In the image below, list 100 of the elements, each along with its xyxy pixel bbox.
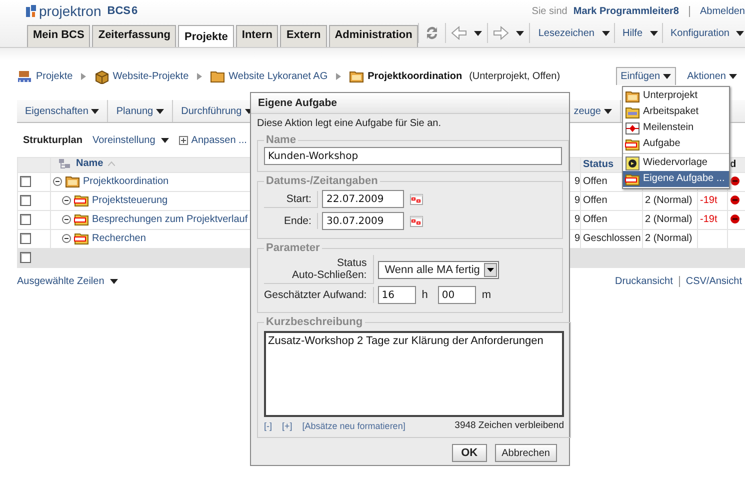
collapse-icon[interactable] xyxy=(62,215,71,224)
box-icon xyxy=(94,68,109,84)
customize-button[interactable]: Anpassen ... xyxy=(179,134,247,146)
dialog-title: Eigene Aufgabe xyxy=(251,93,569,114)
tab[interactable]: Mein BCS xyxy=(27,25,90,47)
menu-button[interactable]: Einfügen xyxy=(616,67,676,85)
tab[interactable]: Projekte xyxy=(178,25,234,47)
breadcrumb-link[interactable]: Website-Projekte xyxy=(112,70,189,82)
menu-button[interactable]: Eigenschaften xyxy=(17,100,108,122)
footer-link[interactable]: Druckansicht xyxy=(615,276,673,287)
calendar-button[interactable] xyxy=(410,194,424,204)
checkbox[interactable] xyxy=(20,214,31,225)
milestone-icon xyxy=(625,120,640,136)
dialog-button[interactable]: Abbrechen xyxy=(494,444,557,462)
caret-icon xyxy=(663,74,672,79)
table-cell: 2 (Normal) xyxy=(645,214,692,225)
logout-link[interactable]: Abmelden xyxy=(700,6,745,16)
menu-item[interactable]: Aufgabe xyxy=(623,136,729,152)
collapse-icon[interactable] xyxy=(62,234,71,243)
folder-icon xyxy=(625,104,640,120)
footer-link[interactable]: CSV/Ansicht xyxy=(686,276,742,287)
section-title: Strukturplan xyxy=(23,134,82,146)
input-field[interactable]: 22.07.2009 xyxy=(322,190,404,208)
text-area[interactable]: Zusatz-Workshop 2 Tage zur Klärung der Anforderungen xyxy=(264,331,564,417)
calendar-icon xyxy=(410,194,424,204)
menu-item[interactable]: Meilenstein xyxy=(623,120,729,136)
column-header[interactable]: Name xyxy=(76,158,104,169)
menu-item[interactable]: Arbeitspaket xyxy=(623,104,729,120)
warning-dot-icon xyxy=(730,195,740,206)
menu-item[interactable]: Wiedervorlage xyxy=(623,155,729,171)
reminder-icon xyxy=(625,156,640,170)
table-cell: Offen xyxy=(583,176,608,187)
table-cell: Offen xyxy=(583,214,608,225)
task-icon xyxy=(74,193,89,208)
preset-menu[interactable]: Voreinstellung xyxy=(92,134,170,146)
warning-dot-icon xyxy=(730,176,740,186)
checkbox[interactable] xyxy=(20,194,31,206)
table-cell: Geschlossen xyxy=(583,233,641,244)
menu-item[interactable]: Unterprojekt xyxy=(623,88,729,104)
input-field[interactable]: Kunden-Workshop xyxy=(264,147,562,165)
folder-icon xyxy=(625,88,640,104)
tree-icon xyxy=(59,158,71,168)
tab[interactable]: Intern xyxy=(236,25,278,47)
task-icon xyxy=(625,136,640,152)
row-link[interactable]: Projektsteuerung xyxy=(92,195,168,206)
group-legend: Datums-/Zeitangaben xyxy=(264,175,380,187)
row-link[interactable]: Recherchen xyxy=(92,233,146,244)
tab[interactable]: Administration xyxy=(328,25,418,47)
table-cell: 9 xyxy=(574,214,580,225)
table-cell: 9 xyxy=(574,233,580,244)
dropdown[interactable]: Wenn alle MA fertig xyxy=(378,260,499,278)
caret-icon xyxy=(474,30,482,36)
group-legend: Parameter xyxy=(264,242,322,254)
breadcrumb-link[interactable]: Projekte xyxy=(36,70,73,82)
checkbox[interactable] xyxy=(20,176,31,187)
table-cell: 9 xyxy=(574,195,580,206)
field-label: Status Auto-Schließen: xyxy=(264,255,374,284)
breadcrumb-link[interactable]: Website Lykoranet AG xyxy=(228,70,328,82)
tab[interactable]: Extern xyxy=(280,25,327,47)
input-field[interactable]: 00 xyxy=(438,286,476,304)
calendar-button[interactable] xyxy=(410,216,424,226)
logo-product: BCS xyxy=(107,5,130,17)
task-icon xyxy=(74,212,89,227)
caret-icon xyxy=(91,108,100,114)
table-cell: 2 (Normal) xyxy=(645,233,692,244)
format-link[interactable]: [+] xyxy=(282,420,292,430)
people-icon xyxy=(17,68,32,84)
input-field[interactable]: 16 xyxy=(378,286,416,304)
sort-icon xyxy=(108,161,116,166)
right-arrow-icon xyxy=(493,26,510,40)
folder-icon xyxy=(65,174,80,189)
left-arrow-icon xyxy=(451,26,468,40)
checkbox[interactable] xyxy=(20,252,31,263)
toolbar-menu[interactable]: Hilfe xyxy=(614,23,662,43)
toolbar-menu[interactable]: Lesezeichen xyxy=(529,23,614,43)
menu-button[interactable]: Aktionen xyxy=(682,66,742,86)
format-link[interactable]: [Absätze neu formatieren] xyxy=(302,420,406,430)
collapse-icon[interactable] xyxy=(53,177,62,186)
toolbar-menu[interactable]: Konfiguration xyxy=(662,23,745,43)
row-link[interactable]: Projektkoordination xyxy=(83,176,169,187)
input-field[interactable]: 30.07.2009 xyxy=(322,212,404,230)
folder-icon xyxy=(348,68,364,84)
menu-item[interactable]: Eigene Aufgabe ... xyxy=(623,171,729,187)
caret-icon xyxy=(604,108,612,114)
chevron-icon xyxy=(196,72,202,80)
caret-icon xyxy=(110,279,118,284)
table-cell: 9 xyxy=(574,176,580,187)
folder-icon xyxy=(210,68,225,84)
dialog-button[interactable]: OK xyxy=(452,444,487,462)
table-cell: Offen xyxy=(583,195,608,206)
format-link[interactable]: [-] xyxy=(264,420,272,430)
selection-menu[interactable]: Ausgewählte Zeilen xyxy=(17,276,118,287)
menu-button[interactable]: Planung xyxy=(108,100,174,122)
user-label: Sie sind xyxy=(532,6,568,16)
caret-icon xyxy=(516,30,524,36)
logo-version: 6 xyxy=(132,5,138,17)
menu-button[interactable]: zeuge xyxy=(572,100,621,122)
tab[interactable]: Zeiterfassung xyxy=(92,25,176,47)
collapse-icon[interactable] xyxy=(62,196,71,205)
checkbox[interactable] xyxy=(20,232,31,244)
